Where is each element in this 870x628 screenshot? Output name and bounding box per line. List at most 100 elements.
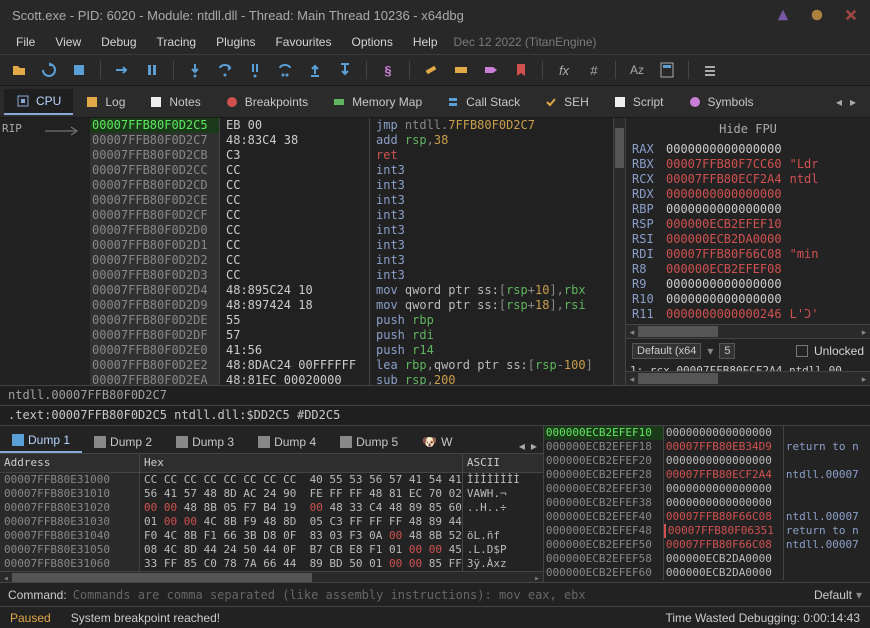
tab-scroll-left-icon[interactable]: ◂ xyxy=(836,95,848,109)
calling-convention-select[interactable]: Default (x64 xyxy=(632,343,701,359)
stack-row[interactable]: 000000ECB2EFEF5000007FFB80F66C08ntdll.00… xyxy=(544,538,870,552)
dump-row[interactable]: 00007FFB80E3101056 41 57 48 8D AC 24 90 … xyxy=(0,487,543,501)
stack-row[interactable]: 000000ECB2EFEF58000000ECB2DA0000 xyxy=(544,552,870,566)
maximize-icon[interactable] xyxy=(810,8,824,22)
dump-tab-5[interactable]: Dump 5 xyxy=(328,431,410,453)
variables-icon[interactable]: # xyxy=(583,59,605,81)
command-input[interactable] xyxy=(73,588,806,602)
tab-memory-map[interactable]: Memory Map xyxy=(320,90,434,114)
dump-hscroll[interactable]: ◂▸ xyxy=(0,571,543,582)
dump-tab-3[interactable]: Dump 3 xyxy=(164,431,246,453)
menu-favourites[interactable]: Favourites xyxy=(267,33,339,51)
step-into-icon[interactable] xyxy=(184,59,206,81)
tab-seh[interactable]: SEH xyxy=(532,90,601,114)
menu-file[interactable]: File xyxy=(8,33,43,51)
disasm-row[interactable]: 00007FFB80F0D2CECCint3 xyxy=(90,193,625,208)
disasm-row[interactable]: 00007FFB80F0D2CFCCint3 xyxy=(90,208,625,223)
hide-fpu-button[interactable]: Hide FPU xyxy=(626,118,870,140)
dump-row[interactable]: 00007FFB80E3102000 00 48 8B 05 F7 B4 19 … xyxy=(0,501,543,515)
patches-icon[interactable] xyxy=(420,59,442,81)
disasm-row[interactable]: 00007FFB80F0D2D448:895C24 10mov qword pt… xyxy=(90,283,625,298)
dump-row[interactable]: 00007FFB80E3106033 FF 85 C0 78 7A 66 44 … xyxy=(0,557,543,571)
dump-row[interactable]: 00007FFB80E3105008 4C 8D 44 24 50 44 0F … xyxy=(0,543,543,557)
pause-icon[interactable] xyxy=(141,59,163,81)
tab-log[interactable]: Log xyxy=(73,90,137,114)
register-row[interactable]: R100000000000000000 xyxy=(632,292,864,307)
minimize-icon[interactable] xyxy=(776,8,790,22)
disasm-row[interactable]: 00007FFB80F0D2CDCCint3 xyxy=(90,178,625,193)
argument-row[interactable]: 1: rcx 00007FFB80ECF2A4 ntdll.00 xyxy=(630,364,866,371)
menu-view[interactable]: View xyxy=(47,33,89,51)
disasm-row[interactable]: 00007FFB80F0D2D0CCint3 xyxy=(90,223,625,238)
run-icon[interactable] xyxy=(111,59,133,81)
settings-icon[interactable] xyxy=(699,59,721,81)
stack-row[interactable]: 000000ECB2EFEF1800007FFB80EB34D9return t… xyxy=(544,440,870,454)
stack-row[interactable]: 000000ECB2EFEF200000000000000000 xyxy=(544,454,870,468)
run-to-user-icon[interactable] xyxy=(334,59,356,81)
tab-symbols[interactable]: Symbols xyxy=(676,90,766,114)
tab-notes[interactable]: Notes xyxy=(137,90,212,114)
tab-call-stack[interactable]: Call Stack xyxy=(434,90,532,114)
register-row[interactable]: RAX0000000000000000 xyxy=(632,142,864,157)
menu-help[interactable]: Help xyxy=(405,33,446,51)
strings-icon[interactable]: Az xyxy=(626,59,648,81)
disasm-scrollbar[interactable] xyxy=(613,118,625,385)
scylla-icon[interactable]: § xyxy=(377,59,399,81)
tab-scroll-right-icon[interactable]: ▸ xyxy=(850,95,862,109)
dump-row[interactable]: 00007FFB80E3103001 00 00 4C 8B F9 48 8D … xyxy=(0,515,543,529)
dump-tab-2[interactable]: Dump 2 xyxy=(82,431,164,453)
register-row[interactable]: RCX00007FFB80ECF2A4ntdl xyxy=(632,172,864,187)
functions-icon[interactable]: fx xyxy=(553,59,575,81)
args-hscroll[interactable]: ◂▸ xyxy=(626,371,870,385)
command-mode[interactable]: Default xyxy=(814,588,852,602)
dump-tab-watch[interactable]: 🐶W xyxy=(410,431,464,453)
disasm-row[interactable]: 00007FFB80F0D2EA48:81EC 00020000sub rsp,… xyxy=(90,373,625,385)
disasm-row[interactable]: 00007FFB80F0D2E248:8DAC24 00FFFFFFlea rb… xyxy=(90,358,625,373)
step-over-icon[interactable] xyxy=(214,59,236,81)
stack-row[interactable]: 000000ECB2EFEF380000000000000000 xyxy=(544,496,870,510)
dump-col-ascii[interactable]: ASCII xyxy=(463,454,543,472)
register-row[interactable]: RSP000000ECB2EFEF10 xyxy=(632,217,864,232)
stack-panel[interactable]: 000000ECB2EFEF100000000000000000000000EC… xyxy=(543,426,870,582)
dump-col-hex[interactable]: Hex xyxy=(140,454,463,472)
disasm-row[interactable]: 00007FFB80F0D2D948:897424 18mov qword pt… xyxy=(90,298,625,313)
disasm-row[interactable]: 00007FFB80F0D2D1CCint3 xyxy=(90,238,625,253)
open-icon[interactable] xyxy=(8,59,30,81)
disasm-row[interactable]: 00007FFB80F0D2E041:56push r14 xyxy=(90,343,625,358)
register-row[interactable]: R8000000ECB2EFEF08 xyxy=(632,262,864,277)
stack-row[interactable]: 000000ECB2EFEF300000000000000000 xyxy=(544,482,870,496)
run-to-return-icon[interactable] xyxy=(304,59,326,81)
dump-tab-4[interactable]: Dump 4 xyxy=(246,431,328,453)
stack-row[interactable]: 000000ECB2EFEF100000000000000000 xyxy=(544,426,870,440)
menu-debug[interactable]: Debug xyxy=(93,33,144,51)
dump-tab-1[interactable]: Dump 1 xyxy=(0,429,82,453)
comments-icon[interactable] xyxy=(450,59,472,81)
labels-icon[interactable] xyxy=(480,59,502,81)
registers-panel[interactable]: RAX0000000000000000RBX00007FFB80F7CC60"L… xyxy=(626,140,870,324)
dump-col-address[interactable]: Address xyxy=(0,454,140,472)
arg-count-select[interactable]: 5 xyxy=(719,343,735,359)
register-row[interactable]: RSI000000ECB2DA0000 xyxy=(632,232,864,247)
dump-rows[interactable]: 00007FFB80E31000CC CC CC CC CC CC CC CC … xyxy=(0,473,543,571)
tab-script[interactable]: Script xyxy=(601,90,676,114)
calculator-icon[interactable] xyxy=(656,59,678,81)
trace-into-icon[interactable] xyxy=(244,59,266,81)
disasm-row[interactable]: 00007FFB80F0D2D3CCint3 xyxy=(90,268,625,283)
dump-scroll-right-icon[interactable]: ▸ xyxy=(531,439,543,453)
tab-cpu[interactable]: CPU xyxy=(4,89,73,115)
disasm-row[interactable]: 00007FFB80F0D2C5EB 00jmp ntdll.7FFB80F0D… xyxy=(90,118,625,133)
disassembly-panel[interactable]: RIP 00007FFB80F0D2C5EB 00jmp ntdll.7FFB8… xyxy=(0,118,625,385)
disasm-row[interactable]: 00007FFB80F0D2DE55push rbp xyxy=(90,313,625,328)
dump-row[interactable]: 00007FFB80E31000CC CC CC CC CC CC CC CC … xyxy=(0,473,543,487)
tab-breakpoints[interactable]: Breakpoints xyxy=(213,90,320,114)
menu-tracing[interactable]: Tracing xyxy=(149,33,205,51)
stack-row[interactable]: 000000ECB2EFEF60000000ECB2DA0000 xyxy=(544,566,870,580)
register-row[interactable]: RBX00007FFB80F7CC60"Ldr xyxy=(632,157,864,172)
restart-icon[interactable] xyxy=(38,59,60,81)
menu-options[interactable]: Options xyxy=(343,33,400,51)
stack-row[interactable]: 000000ECB2EFEF4000007FFB80F66C08ntdll.00… xyxy=(544,510,870,524)
chevron-down-icon[interactable]: ▾ xyxy=(856,588,862,602)
trace-over-icon[interactable] xyxy=(274,59,296,81)
arguments-panel[interactable]: 1: rcx 00007FFB80ECF2A4 ntdll.002: rdx 0… xyxy=(626,362,870,371)
disasm-row[interactable]: 00007FFB80F0D2CBC3ret xyxy=(90,148,625,163)
